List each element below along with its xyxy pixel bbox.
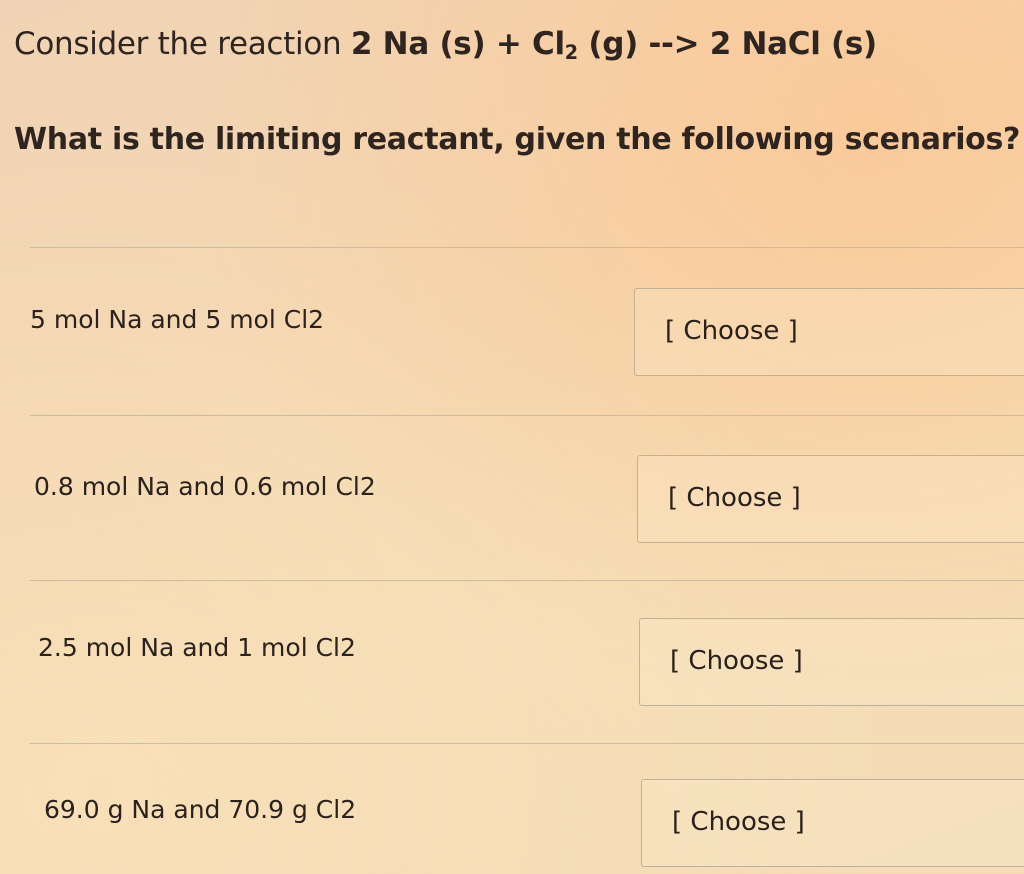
scenario-select-4[interactable]: [ Choose ] <box>641 779 1024 867</box>
equation-subscript: 2 <box>564 40 578 64</box>
row-divider <box>30 580 1024 581</box>
reaction-statement: Consider the reaction 2 Na (s) + Cl2 (g)… <box>14 22 1014 75</box>
question-prompt: What is the limiting reactant, given the… <box>14 121 1021 157</box>
row-divider <box>30 743 1024 744</box>
equation-reactants: 2 Na (s) + Cl <box>350 26 565 62</box>
row-divider <box>30 247 1024 248</box>
select-value-1: [ Choose ] <box>665 316 798 346</box>
select-value-3: [ Choose ] <box>670 646 803 676</box>
select-value-4: [ Choose ] <box>672 807 805 837</box>
scenario-select-2[interactable]: [ Choose ] <box>637 455 1024 543</box>
equation-products: (g) --> 2 NaCl (s) <box>577 26 877 62</box>
scenario-select-3[interactable]: [ Choose ] <box>639 618 1024 706</box>
row-divider <box>30 415 1024 416</box>
question-text: Consider the reaction 2 Na (s) + Cl2 (g)… <box>14 22 1021 162</box>
reaction-intro: Consider the reaction <box>14 26 342 62</box>
scenario-label-4: 69.0 g Na and 70.9 g Cl2 <box>44 795 357 824</box>
scenario-select-1[interactable]: [ Choose ] <box>634 288 1024 376</box>
scenario-label-1: 5 mol Na and 5 mol Cl2 <box>30 305 325 334</box>
scenario-label-2: 0.8 mol Na and 0.6 mol Cl2 <box>34 472 376 501</box>
reaction-equation: 2 Na (s) + Cl2 (g) --> 2 NaCl (s) <box>350 26 877 64</box>
select-value-2: [ Choose ] <box>668 483 801 513</box>
scenario-label-3: 2.5 mol Na and 1 mol Cl2 <box>38 633 356 662</box>
